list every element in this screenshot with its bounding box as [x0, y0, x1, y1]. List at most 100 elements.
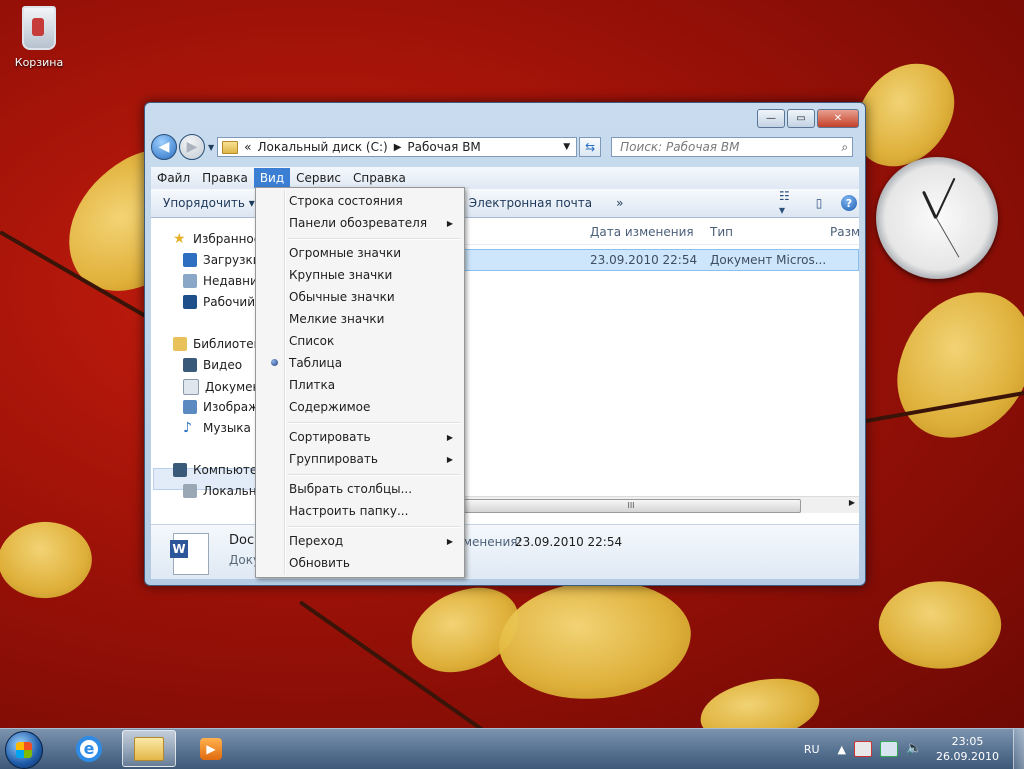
recycle-bin-shortcut[interactable]: Корзина: [10, 6, 68, 69]
search-input[interactable]: Поиск: Рабочая ВМ ⌕: [611, 137, 854, 157]
scrollbar-thumb[interactable]: III: [461, 499, 801, 513]
menu-item-choose-columns[interactable]: Выбрать столбцы...: [259, 478, 461, 500]
breadcrumb-work-vm[interactable]: Рабочая ВМ: [407, 140, 480, 154]
menu-bar: Файл Правка Вид Сервис Справка: [151, 167, 859, 189]
preview-pane-icon[interactable]: ▯: [809, 194, 829, 212]
search-icon[interactable]: ⌕: [841, 140, 848, 155]
menu-item-tiles[interactable]: Плитка: [259, 374, 461, 396]
recent-pages-dropdown[interactable]: ▼: [208, 143, 214, 152]
nav-images[interactable]: Изображ: [183, 400, 259, 414]
navigation-row: ◀ ▶ ▼ « Локальный диск (C:) ▶ Рабочая ВМ…: [151, 133, 859, 161]
nav-music[interactable]: ♪ Музыка: [183, 421, 251, 435]
taskbar-windows-explorer[interactable]: [122, 730, 176, 767]
menu-item-huge-icons-label: Огромные значки: [289, 246, 401, 260]
local-disk-icon: [183, 484, 197, 498]
menu-item-go-to-label: Переход: [289, 534, 344, 548]
breadcrumb-separator-icon[interactable]: ▶: [394, 142, 402, 153]
address-history-dropdown[interactable]: ▼: [563, 142, 570, 152]
nav-recent[interactable]: Недавние: [183, 274, 265, 288]
clock-gadget[interactable]: [876, 157, 998, 279]
selected-radio-icon: [271, 359, 278, 366]
email-button[interactable]: Электронная почта: [457, 196, 604, 210]
maximize-button[interactable]: ▭: [787, 109, 815, 128]
menu-item-huge-icons[interactable]: Огромные значки: [259, 242, 461, 264]
internet-explorer-icon: e: [76, 735, 102, 762]
organize-button[interactable]: Упорядочить ▾: [151, 196, 267, 210]
column-date[interactable]: Дата изменения: [590, 225, 694, 239]
menu-item-small-icons[interactable]: Мелкие значки: [259, 308, 461, 330]
nav-local-disk[interactable]: Локальн: [183, 484, 257, 498]
nav-local-disk-label: Локальн: [203, 484, 257, 498]
menu-item-explorer-panes[interactable]: Панели обозревателя ▶: [259, 212, 461, 234]
submenu-arrow-icon: ▶: [446, 454, 453, 464]
details-modified-label: менения:: [463, 535, 522, 549]
show-hidden-icons-icon[interactable]: ▲: [838, 743, 846, 756]
start-button[interactable]: [5, 731, 43, 769]
forward-button[interactable]: ▶: [179, 134, 205, 160]
decorative-leaf: [495, 571, 695, 709]
nav-images-label: Изображ: [203, 400, 259, 414]
column-size[interactable]: Разм: [830, 225, 860, 239]
menu-separator: [288, 238, 461, 240]
menu-item-list[interactable]: Список: [259, 330, 461, 352]
menu-tools[interactable]: Сервис: [290, 168, 347, 188]
action-center-flag-icon[interactable]: [854, 741, 873, 757]
menu-item-large-icons-label: Крупные значки: [289, 268, 393, 282]
menu-item-large-icons[interactable]: Крупные значки: [259, 264, 461, 286]
language-indicator[interactable]: RU: [804, 743, 820, 756]
menu-item-refresh[interactable]: Обновить: [259, 552, 461, 574]
menu-item-group-by[interactable]: Группировать ▶: [259, 448, 461, 470]
scroll-right-arrow-icon[interactable]: ▶: [849, 498, 855, 507]
folder-icon: [222, 140, 239, 154]
command-bar-right: ☷ ▾ ▯ ?: [769, 189, 859, 217]
file-row[interactable]: 23.09.2010 22:54 Документ Micros...: [461, 249, 859, 271]
menu-item-sort-by[interactable]: Сортировать ▶: [259, 426, 461, 448]
menu-item-customize-folder[interactable]: Настроить папку...: [259, 500, 461, 522]
nav-music-label: Музыка: [203, 421, 251, 435]
horizontal-scrollbar[interactable]: III ▶: [461, 496, 859, 513]
menu-item-status-bar[interactable]: Строка состояния: [259, 190, 461, 212]
folder-icon: [134, 736, 164, 761]
nav-computer[interactable]: Компьютер: [173, 463, 265, 477]
column-type[interactable]: Тип: [710, 225, 733, 239]
back-button[interactable]: ◀: [151, 134, 177, 160]
address-bar[interactable]: « Локальный диск (C:) ▶ Рабочая ВМ ▼: [217, 137, 578, 157]
nav-downloads[interactable]: Загрузки: [183, 253, 261, 267]
more-commands-button[interactable]: »: [604, 196, 635, 210]
network-icon[interactable]: [880, 741, 899, 757]
menu-view[interactable]: Вид: [253, 168, 291, 188]
taskbar-internet-explorer[interactable]: e: [62, 730, 116, 767]
breadcrumb-local-disk[interactable]: Локальный диск (C:): [258, 140, 388, 154]
music-note-icon: ♪: [183, 420, 192, 436]
menu-file[interactable]: Файл: [151, 168, 196, 188]
nav-desktop[interactable]: Рабочий: [183, 295, 255, 309]
nav-video[interactable]: Видео: [183, 358, 242, 372]
menu-item-sort-by-label: Сортировать: [289, 430, 371, 444]
menu-item-small-icons-label: Мелкие значки: [289, 312, 385, 326]
menu-item-medium-icons[interactable]: Обычные значки: [259, 286, 461, 308]
recycle-bin-label: Корзина: [14, 56, 64, 69]
change-view-icon[interactable]: ☷ ▾: [779, 189, 799, 217]
documents-icon: [183, 379, 199, 395]
menu-item-content[interactable]: Содержимое: [259, 396, 461, 418]
menu-help[interactable]: Справка: [347, 168, 412, 188]
menu-item-details[interactable]: Таблица: [259, 352, 461, 374]
decorative-leaf: [0, 504, 103, 616]
refresh-button[interactable]: ⇆: [579, 137, 602, 157]
taskbar-media-player[interactable]: ▶: [184, 730, 238, 767]
clock-date: 26.09.2010: [936, 750, 999, 763]
menu-item-go-to[interactable]: Переход ▶: [259, 530, 461, 552]
volume-icon[interactable]: 🔈: [906, 742, 922, 756]
menu-item-choose-columns-label: Выбрать столбцы...: [289, 482, 413, 496]
help-button[interactable]: ?: [839, 194, 859, 212]
menu-edit[interactable]: Правка: [196, 168, 254, 188]
submenu-arrow-icon: ▶: [446, 536, 453, 546]
taskbar-clock[interactable]: 23:05 26.09.2010: [936, 734, 999, 764]
file-date: 23.09.2010 22:54: [590, 253, 698, 267]
nav-favorites[interactable]: ★ Избранное: [173, 232, 261, 246]
show-desktop-button[interactable]: [1013, 729, 1024, 769]
close-button[interactable]: ✕: [817, 109, 859, 128]
address-overflow[interactable]: «: [244, 140, 251, 154]
decorative-leaf: [697, 674, 823, 728]
minimize-button[interactable]: —: [757, 109, 785, 128]
